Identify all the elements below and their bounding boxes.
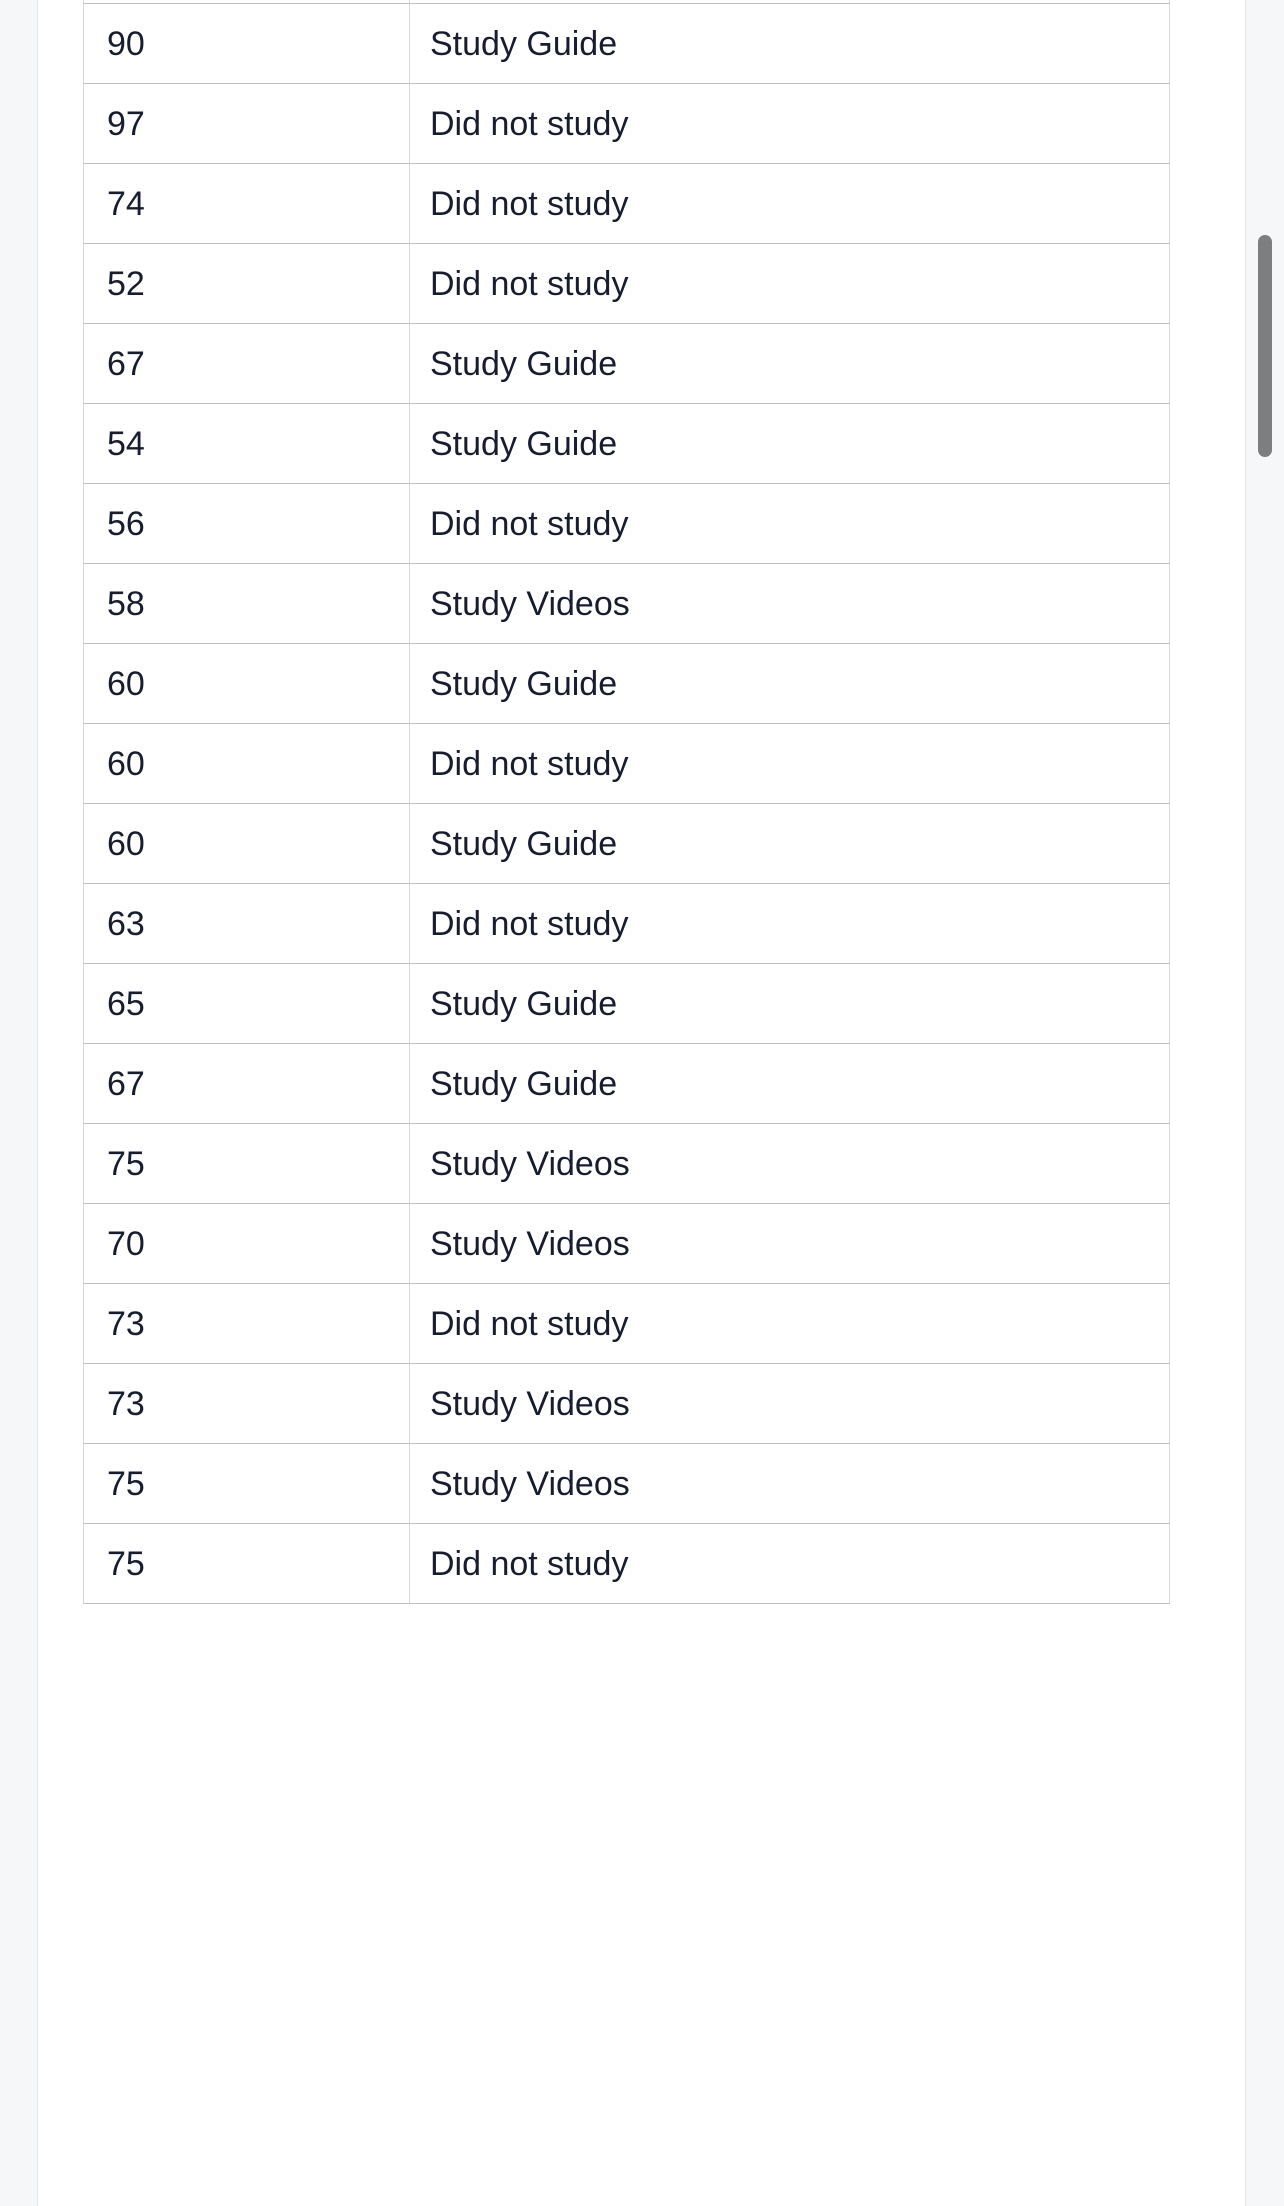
table-scroll-region[interactable]: 90 Study Guide 97 Did not study 74 Did not st… xyxy=(83,0,1170,1604)
cell-score: 73 xyxy=(83,1363,410,1444)
cell-method: Did not study xyxy=(409,1283,1170,1364)
cell-score: 74 xyxy=(83,163,410,244)
cell-score: 63 xyxy=(83,883,410,964)
cell-score: 65 xyxy=(83,963,410,1044)
table-row[interactable]: 60 Did not study xyxy=(83,723,1170,804)
table-body: 90 Study Guide 97 Did not study 74 Did not st… xyxy=(83,0,1170,1604)
cell-score: 75 xyxy=(83,1443,410,1524)
cell-method: Did not study xyxy=(409,483,1170,564)
cell-score: 58 xyxy=(83,563,410,644)
table-row[interactable]: 67 Study Guide xyxy=(83,323,1170,404)
vertical-scrollbar-track[interactable] xyxy=(1247,0,1284,2206)
cell-score: 73 xyxy=(83,1283,410,1364)
cell-method: Did not study xyxy=(409,163,1170,244)
table-row[interactable]: 75 Did not study xyxy=(83,1523,1170,1604)
table-row[interactable]: 67 Study Guide xyxy=(83,1043,1170,1124)
cell-method: Study Guide xyxy=(409,323,1170,404)
cell-method: Did not study xyxy=(409,723,1170,804)
table-row[interactable]: 54 Study Guide xyxy=(83,403,1170,484)
cell-method: Did not study xyxy=(409,83,1170,164)
cell-score: 97 xyxy=(83,83,410,164)
table-row[interactable]: 90 Study Guide xyxy=(83,3,1170,84)
vertical-scrollbar-thumb[interactable] xyxy=(1258,235,1272,457)
cell-method: Study Guide xyxy=(409,1043,1170,1124)
cell-method: Study Videos xyxy=(409,1123,1170,1204)
table-row[interactable]: 73 Study Videos xyxy=(83,1363,1170,1444)
table-row[interactable]: 74 Did not study xyxy=(83,163,1170,244)
table-row[interactable]: 60 Study Guide xyxy=(83,803,1170,884)
cell-method: Study Videos xyxy=(409,563,1170,644)
cell-method: Study Videos xyxy=(409,1443,1170,1524)
cell-score: 67 xyxy=(83,1043,410,1124)
cell-method: Did not study xyxy=(409,1523,1170,1604)
cell-score: 75 xyxy=(83,1123,410,1204)
table-row[interactable]: 58 Study Videos xyxy=(83,563,1170,644)
table-row[interactable]: 63 Did not study xyxy=(83,883,1170,964)
cell-score: 75 xyxy=(83,1523,410,1604)
cell-method: Study Guide xyxy=(409,643,1170,724)
cell-score: 90 xyxy=(83,3,410,84)
cell-score: 60 xyxy=(83,803,410,884)
table-row[interactable]: 75 Study Videos xyxy=(83,1123,1170,1204)
table-row[interactable]: 97 Did not study xyxy=(83,83,1170,164)
table-row[interactable]: 52 Did not study xyxy=(83,243,1170,324)
cell-score: 52 xyxy=(83,243,410,324)
table-row[interactable]: 70 Study Videos xyxy=(83,1203,1170,1284)
cell-method: Study Guide xyxy=(409,3,1170,84)
table-row[interactable]: 65 Study Guide xyxy=(83,963,1170,1044)
cell-score: 54 xyxy=(83,403,410,484)
cell-method: Did not study xyxy=(409,883,1170,964)
content-pane: 90 Study Guide 97 Did not study 74 Did not st… xyxy=(37,0,1246,2206)
table-row[interactable]: 75 Study Videos xyxy=(83,1443,1170,1524)
cell-method: Did not study xyxy=(409,243,1170,324)
table-row[interactable]: 56 Did not study xyxy=(83,483,1170,564)
cell-method: Study Guide xyxy=(409,803,1170,884)
cell-score: 60 xyxy=(83,643,410,724)
cell-method: Study Guide xyxy=(409,403,1170,484)
table-row[interactable]: 73 Did not study xyxy=(83,1283,1170,1364)
table-row[interactable]: 60 Study Guide xyxy=(83,643,1170,724)
cell-score: 67 xyxy=(83,323,410,404)
scores-table: 90 Study Guide 97 Did not study 74 Did not st… xyxy=(83,0,1170,1604)
cell-score: 56 xyxy=(83,483,410,564)
cell-method: Study Videos xyxy=(409,1203,1170,1284)
cell-score: 60 xyxy=(83,723,410,804)
page-frame: 90 Study Guide 97 Did not study 74 Did not st… xyxy=(0,0,1284,2206)
cell-method: Study Guide xyxy=(409,963,1170,1044)
cell-score: 70 xyxy=(83,1203,410,1284)
cell-method: Study Videos xyxy=(409,1363,1170,1444)
